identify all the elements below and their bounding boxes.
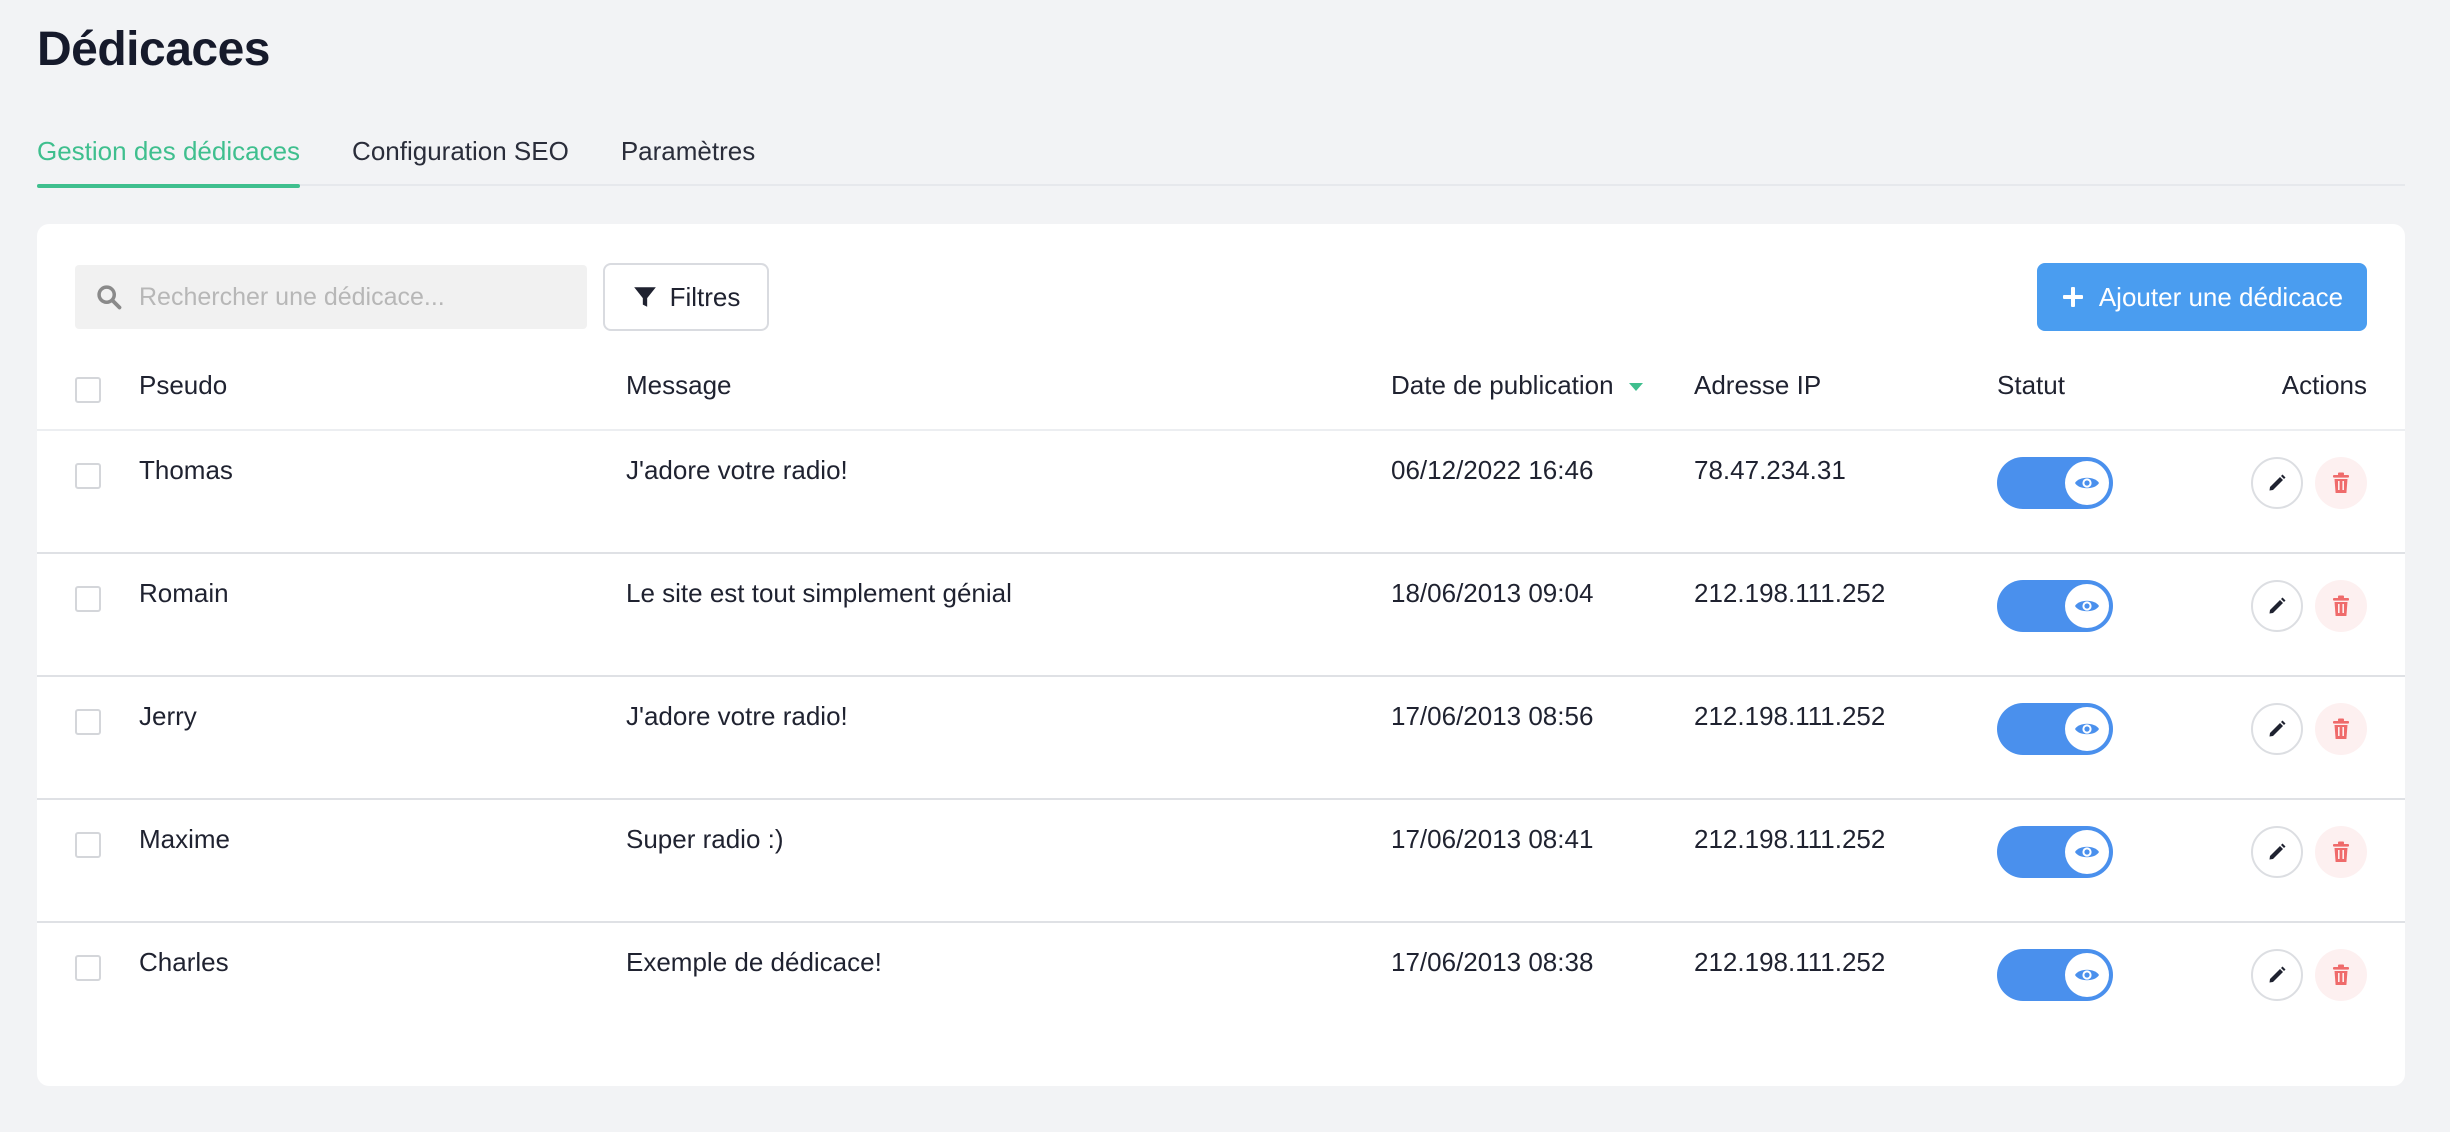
- date-cell: 17/06/2013 08:38: [1391, 947, 1594, 977]
- status-toggle[interactable]: [1997, 580, 2113, 632]
- status-toggle[interactable]: [1997, 457, 2113, 509]
- delete-button[interactable]: [2315, 580, 2367, 632]
- delete-button[interactable]: [2315, 949, 2367, 1001]
- toggle-knob: [2065, 461, 2109, 505]
- eye-icon: [2075, 969, 2099, 981]
- sort-down-icon: [1628, 383, 1643, 392]
- filter-button-label: Filtres: [669, 281, 741, 312]
- filter-button[interactable]: Filtres: [603, 263, 769, 331]
- toggle-knob: [2065, 707, 2109, 751]
- tab-configuration-seo[interactable]: Configuration SEO: [352, 120, 569, 186]
- column-header-message[interactable]: Message: [626, 370, 732, 401]
- message-cell: Le site est tout simplement génial: [626, 578, 1012, 608]
- status-toggle[interactable]: [1997, 826, 2113, 878]
- ip-cell: 212.198.111.252: [1694, 824, 1886, 854]
- toggle-knob: [2065, 584, 2109, 628]
- pencil-icon: [2269, 843, 2286, 860]
- pencil-icon: [2269, 720, 2286, 737]
- select-all-checkbox[interactable]: [75, 377, 101, 403]
- plus-icon: [2062, 287, 2083, 307]
- search-box: [75, 265, 587, 329]
- date-cell: 17/06/2013 08:56: [1391, 701, 1594, 731]
- eye-icon: [2075, 600, 2099, 612]
- delete-button[interactable]: [2315, 826, 2367, 878]
- column-header-pseudo[interactable]: Pseudo: [139, 370, 227, 401]
- delete-button[interactable]: [2315, 703, 2367, 755]
- ip-cell: 78.47.234.31: [1694, 455, 1846, 485]
- column-header-actions: Actions: [2281, 370, 2367, 400]
- message-cell: Exemple de dédicace!: [626, 947, 882, 977]
- table-row: Charles Exemple de dédicace! 17/06/2013 …: [37, 923, 2405, 1046]
- status-toggle[interactable]: [1997, 949, 2113, 1001]
- table-row: Romain Le site est tout simplement génia…: [37, 554, 2405, 677]
- pencil-icon: [2269, 597, 2286, 614]
- edit-button[interactable]: [2251, 826, 2303, 878]
- message-cell: J'adore votre radio!: [626, 701, 848, 731]
- delete-button[interactable]: [2315, 457, 2367, 509]
- edit-button[interactable]: [2251, 949, 2303, 1001]
- message-cell: Super radio :): [626, 824, 784, 854]
- pseudo-cell: Jerry: [139, 701, 197, 731]
- edit-button[interactable]: [2251, 580, 2303, 632]
- dedicaces-card: Filtres Ajouter une dédicace Pseudo Mess…: [37, 224, 2405, 1086]
- trash-icon: [2333, 472, 2349, 493]
- trash-icon: [2333, 964, 2349, 985]
- tab-parametres[interactable]: Paramètres: [621, 120, 755, 186]
- toggle-knob: [2065, 830, 2109, 874]
- row-checkbox[interactable]: [75, 709, 101, 735]
- edit-button[interactable]: [2251, 457, 2303, 509]
- table-row: Maxime Super radio :) 17/06/2013 08:41 2…: [37, 800, 2405, 923]
- tab-gestion-dedicaces[interactable]: Gestion des dédicaces: [37, 120, 301, 188]
- row-checkbox[interactable]: [75, 832, 101, 858]
- add-dedicace-button[interactable]: Ajouter une dédicace: [2037, 263, 2367, 331]
- row-checkbox[interactable]: [75, 463, 101, 489]
- table-row: Jerry J'adore votre radio! 17/06/2013 08…: [37, 677, 2405, 800]
- message-cell: J'adore votre radio!: [626, 455, 848, 485]
- pseudo-cell: Charles: [139, 947, 229, 977]
- row-checkbox[interactable]: [75, 955, 101, 981]
- filter-icon: [633, 287, 656, 307]
- add-dedicace-label: Ajouter une dédicace: [2098, 281, 2344, 312]
- ip-cell: 212.198.111.252: [1694, 701, 1886, 731]
- eye-icon: [2075, 723, 2099, 735]
- pencil-icon: [2269, 474, 2286, 491]
- column-header-date[interactable]: Date de publication: [1391, 370, 1644, 401]
- trash-icon: [2333, 718, 2349, 739]
- trash-icon: [2333, 595, 2349, 616]
- pseudo-cell: Thomas: [139, 455, 233, 485]
- eye-icon: [2075, 477, 2099, 489]
- table-header: Pseudo Message Date de publication Adres…: [37, 349, 2405, 431]
- pseudo-cell: Romain: [139, 578, 229, 608]
- tabs-bar: Gestion des dédicaces Configuration SEO …: [37, 120, 2405, 188]
- status-toggle[interactable]: [1997, 703, 2113, 755]
- eye-icon: [2075, 846, 2099, 858]
- toggle-knob: [2065, 953, 2109, 997]
- date-cell: 18/06/2013 09:04: [1391, 578, 1594, 608]
- page-title: Dédicaces: [37, 23, 271, 76]
- edit-button[interactable]: [2251, 703, 2303, 755]
- pseudo-cell: Maxime: [139, 824, 231, 854]
- pencil-icon: [2269, 966, 2286, 983]
- trash-icon: [2333, 841, 2349, 862]
- ip-cell: 212.198.111.252: [1694, 578, 1886, 608]
- table-row: Thomas J'adore votre radio! 06/12/2022 1…: [37, 431, 2405, 554]
- column-header-status[interactable]: Statut: [1997, 370, 2065, 401]
- search-icon: [97, 285, 122, 310]
- search-input[interactable]: [139, 282, 559, 312]
- date-cell: 06/12/2022 16:46: [1391, 455, 1594, 485]
- date-cell: 17/06/2013 08:41: [1391, 824, 1594, 854]
- row-checkbox[interactable]: [75, 586, 101, 612]
- ip-cell: 212.198.111.252: [1694, 947, 1886, 977]
- column-header-date-label: Date de publication: [1391, 370, 1614, 400]
- column-header-ip[interactable]: Adresse IP: [1694, 370, 1821, 401]
